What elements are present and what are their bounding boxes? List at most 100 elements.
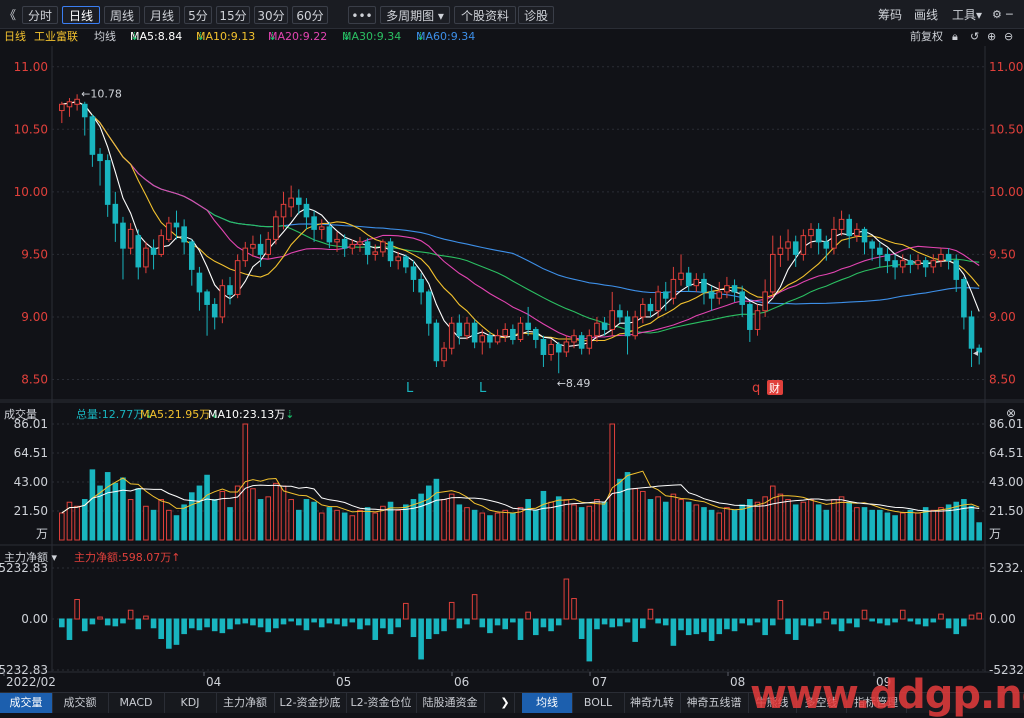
volume-bar	[487, 515, 493, 541]
candle-body	[418, 278, 424, 293]
close-panel-icon[interactable]: ⊗	[1006, 406, 1016, 420]
x-axis-label: 04	[206, 675, 221, 689]
candle-body	[800, 235, 807, 255]
flow-bar	[257, 618, 264, 628]
volume-bar	[555, 496, 562, 541]
price-tick-right: 9.50	[989, 247, 1016, 261]
candle-body	[701, 278, 707, 293]
volume-bar	[211, 499, 218, 541]
price-tick-right: 9.00	[989, 310, 1016, 324]
candle-body	[311, 216, 317, 230]
flow-bar	[288, 618, 294, 622]
volume-bar	[678, 499, 684, 541]
scroll-right-icon[interactable]: ❯	[496, 693, 515, 713]
volume-bar	[448, 493, 455, 541]
flow-bar	[724, 618, 730, 630]
volume-bar	[907, 509, 914, 541]
volume-bar	[372, 512, 379, 541]
indicator-tab[interactable]: 陆股通资金	[416, 693, 485, 713]
candle-body	[823, 241, 830, 249]
volume-bar	[166, 509, 172, 541]
flow-bar	[502, 618, 509, 630]
candle-body	[219, 285, 226, 318]
candle-body	[158, 235, 164, 255]
volume-bar	[655, 496, 661, 541]
flow-bar	[762, 618, 768, 636]
stock-chart[interactable]: 11.00 11.00 10.50 10.50 10.00 10.00 9.50 9.50 9.…	[0, 0, 1024, 712]
flow-bar	[494, 618, 501, 626]
volume-bar	[395, 509, 401, 541]
flow-bar	[678, 618, 684, 631]
candle-body	[961, 278, 967, 318]
volume-bar	[838, 496, 845, 541]
price-tick-right: 11.00	[989, 60, 1023, 74]
candle-body	[334, 238, 340, 243]
volume-bar	[234, 485, 241, 541]
flow-bar	[884, 618, 891, 626]
flow-bar	[479, 618, 486, 628]
volume-bar	[708, 509, 715, 541]
flow-bar	[739, 618, 745, 624]
overlay-tab[interactable]: 均线	[522, 693, 573, 713]
flow-bar	[280, 618, 287, 625]
candle-body	[380, 241, 386, 253]
candle-body	[250, 243, 256, 249]
candle-body	[716, 291, 723, 299]
candle-body	[59, 103, 65, 112]
indicator-tab[interactable]: MACD	[108, 693, 165, 713]
flow-bar	[617, 618, 623, 627]
candle-body	[555, 343, 562, 353]
candle-body	[525, 322, 531, 330]
watermark: www.ddgp.net	[750, 672, 1024, 718]
volume-bar	[510, 512, 516, 541]
flow-bar	[662, 618, 669, 626]
candle-body	[403, 256, 409, 268]
indicator-tab[interactable]: L2-资金仓位	[346, 693, 417, 713]
volume-tick-right: 64.51	[989, 446, 1023, 460]
volume-bar	[754, 501, 761, 541]
flow-title[interactable]: 主力净额 ▾	[4, 549, 57, 565]
flow-bar	[311, 618, 317, 623]
flow-bar	[747, 618, 753, 626]
candle-body	[357, 241, 363, 245]
volume-bar	[257, 499, 264, 541]
volume-bar	[563, 499, 570, 541]
candle-body	[655, 291, 661, 312]
flow-bar	[403, 602, 409, 620]
volume-tick-left: 21.50	[14, 504, 48, 518]
marker-label: L	[479, 381, 487, 396]
volume-bar	[670, 493, 677, 541]
indicator-tab[interactable]: 主力净额	[216, 693, 275, 713]
flow-tick-right: 0.00	[989, 612, 1016, 626]
flow-bar	[173, 618, 180, 645]
indicator-tab[interactable]: L2-资金抄底	[274, 693, 347, 713]
flow-bar	[188, 618, 195, 629]
volume-bar	[884, 512, 891, 541]
volume-bar	[624, 472, 631, 541]
high-price-label: ←10.78	[81, 87, 122, 100]
overlay-tab[interactable]: BOLL	[572, 693, 625, 713]
candle-body	[66, 101, 73, 108]
candle-body	[303, 203, 310, 218]
flow-bar	[701, 618, 707, 633]
volume-bar	[158, 499, 164, 541]
flow-bar	[907, 618, 914, 622]
flow-bar	[953, 618, 960, 635]
indicator-tab[interactable]: 成交额	[52, 693, 109, 713]
overlay-tab[interactable]: 神奇五线谱	[680, 693, 749, 713]
flow-bar	[777, 599, 784, 620]
flow-bar	[655, 618, 661, 624]
flow-bar	[418, 618, 424, 660]
volume-bar	[899, 512, 906, 541]
volume-title[interactable]: 成交量	[4, 406, 37, 422]
price-tick-left: 10.00	[14, 185, 48, 199]
candle-body	[211, 303, 218, 318]
flow-value-text: 主力净额:598.07万	[74, 551, 172, 564]
candle-body	[945, 253, 952, 262]
volume-bar	[578, 507, 585, 541]
flow-bar	[792, 618, 799, 640]
overlay-tab[interactable]: 神奇九转	[624, 693, 681, 713]
indicator-tab[interactable]: KDJ	[164, 693, 217, 713]
indicator-tab[interactable]: 成交量	[0, 693, 53, 713]
volume-bar	[280, 485, 287, 541]
